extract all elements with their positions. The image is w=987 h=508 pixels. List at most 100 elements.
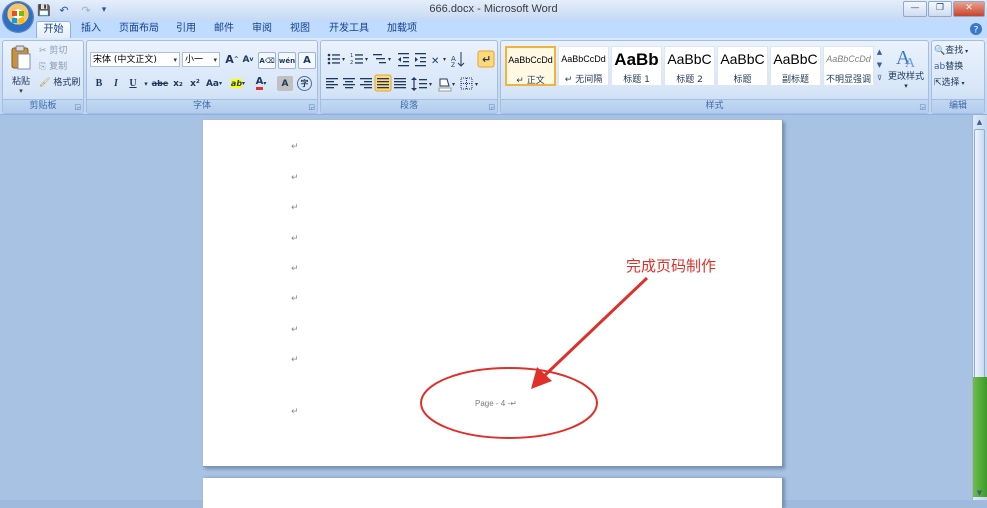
chevron-up-icon[interactable]: ▲	[875, 46, 884, 59]
office-button[interactable]	[3, 2, 33, 32]
strikethrough-icon: abe	[151, 79, 169, 88]
style-title[interactable]: AaBbC 标题	[717, 46, 768, 86]
chevron-down-icon[interactable]: ▼	[875, 59, 884, 72]
paragraph-toolbar-icons: ▾ 12 ▾ ▾ ✕ ▾ AZ ↵ ▾ ▾ ▾	[326, 50, 495, 92]
char-shading-button[interactable]: A	[277, 76, 293, 91]
tab-add-ins[interactable]: 加载项	[382, 21, 422, 37]
style-name: ↵ 无间隔	[564, 75, 603, 85]
document-page[interactable]: ↵ ↵ ↵ ↵ ↵ ↵ ↵ ↵ ↵ Page - 4 -↵	[203, 120, 783, 467]
char-shading-icon: A	[281, 78, 289, 89]
asian-layout-icon: ✕	[431, 56, 439, 67]
enclose-char-icon: 字	[300, 79, 309, 88]
underline-button[interactable]: U	[125, 76, 141, 91]
increase-indent-icon	[415, 53, 426, 67]
vertical-scrollbar[interactable]: ▲ ▼	[972, 115, 987, 500]
format-painter-button[interactable]: 🖌 格式刷	[39, 75, 80, 92]
tab-home[interactable]: 开始	[36, 21, 71, 38]
scissors-icon: ✂	[39, 46, 47, 56]
dialog-launcher-icon[interactable]: ◲	[919, 103, 926, 111]
tab-mailings[interactable]: 邮件	[209, 21, 239, 37]
title-bar: 💾 ↶ ↷ ▾ 666.docx - Microsoft Word — ❐ ✕	[0, 0, 987, 32]
styles-scroll[interactable]: ▲ ▼ ⊽	[875, 46, 884, 86]
change-styles-button[interactable]: AA 更改样式 ▾	[886, 43, 926, 97]
italic-button[interactable]: I	[108, 76, 124, 91]
cut-button[interactable]: ✂ 剪切	[39, 43, 67, 60]
strikethrough-button[interactable]: abe	[151, 76, 169, 91]
page-number-footer[interactable]: Page - 4 -↵	[475, 399, 517, 408]
cut-label: 剪切	[49, 46, 68, 56]
brush-icon: 🖌	[39, 78, 51, 88]
svg-text:▾: ▾	[443, 56, 446, 63]
svg-text:1: 1	[350, 53, 353, 59]
tab-view[interactable]: 视图	[285, 21, 315, 37]
replace-label: 替换	[945, 62, 964, 72]
style-subtle-emphasis[interactable]: AaBbCcDd 不明显强调	[823, 46, 874, 86]
decrease-indent-icon	[398, 53, 409, 67]
style-preview: AaBbCcDd	[508, 55, 553, 65]
paste-button[interactable]: 粘贴 ▾	[7, 43, 35, 99]
paragraph-mark: ↵	[291, 173, 299, 183]
find-button[interactable]: 🔍查找 ▾	[934, 43, 968, 60]
tab-page-layout[interactable]: 页面布局	[115, 21, 163, 37]
tab-insert[interactable]: 插入	[76, 21, 106, 37]
borders-icon	[460, 77, 473, 90]
style-normal[interactable]: AaBbCcDd ↵ 正文	[505, 46, 556, 86]
clipboard-group-label: 剪贴板	[3, 99, 83, 113]
copy-icon: ⎘	[39, 62, 47, 72]
svg-text:▾: ▾	[429, 81, 432, 88]
shading-bucket-icon	[438, 78, 452, 92]
more-styles-icon[interactable]: ⊽	[875, 72, 884, 85]
tab-references[interactable]: 引用	[171, 21, 201, 37]
dialog-launcher-icon[interactable]: ◲	[74, 103, 81, 111]
enclose-char-button[interactable]: 字	[297, 76, 312, 91]
char-border-icon: A	[303, 55, 311, 66]
tab-developer[interactable]: 开发工具	[324, 21, 374, 37]
grow-font-button[interactable]: A ^	[224, 52, 240, 67]
minimize-button[interactable]: —	[903, 1, 927, 17]
clear-format-button[interactable]: A⌫	[258, 52, 276, 69]
select-button[interactable]: ⇱选择 ▾	[934, 75, 964, 92]
highlight-button[interactable]: ab ▾	[228, 76, 248, 91]
font-name-combo[interactable]: 宋体 (中文正文) ▾	[90, 52, 180, 67]
next-document-page[interactable]	[203, 478, 783, 508]
chevron-down-icon[interactable]: ▾	[141, 76, 151, 91]
font-size-value: 小一	[185, 55, 204, 65]
copy-button[interactable]: ⎘ 复制	[39, 59, 67, 76]
phonetic-guide-button[interactable]: wén	[278, 52, 296, 69]
tab-review[interactable]: 审阅	[247, 21, 277, 37]
styles-group-label: 样式	[501, 99, 928, 113]
style-heading-1[interactable]: AaBb 标题 1	[611, 46, 662, 86]
bullets-icon	[327, 53, 340, 65]
bold-button[interactable]: B	[91, 76, 107, 91]
bold-icon: B	[95, 78, 103, 89]
chevron-down-icon: ▾	[213, 56, 217, 64]
style-no-spacing[interactable]: AaBbCcDd ↵ 无间隔	[558, 46, 609, 86]
svg-text:▾: ▾	[475, 81, 478, 88]
help-icon[interactable]: ?	[969, 22, 983, 36]
distributed-icon	[394, 78, 406, 89]
svg-text:▾: ▾	[388, 56, 391, 63]
subscript-button[interactable]: x₂	[170, 76, 186, 91]
font-size-combo[interactable]: 小一 ▾	[182, 52, 220, 67]
clipboard-group: 粘贴 ▾ ✂ 剪切 ⎘ 复制 🖌 格式刷 剪贴板 ◲	[2, 40, 84, 114]
close-button[interactable]: ✕	[953, 1, 985, 17]
change-case-button[interactable]: Aa ▾	[204, 76, 224, 91]
svg-text:▾: ▾	[365, 56, 368, 63]
styles-group: AaBbCcDd ↵ 正文 AaBbCcDd ↵ 无间隔 AaBb 标题 1 A…	[500, 40, 929, 114]
dialog-launcher-icon[interactable]: ◲	[488, 103, 495, 111]
style-preview: AaBb	[614, 50, 659, 69]
char-border-button[interactable]: A	[298, 52, 316, 69]
restore-button[interactable]: ❐	[928, 1, 952, 17]
replace-button[interactable]: ab替换	[934, 59, 963, 76]
font-color-button[interactable]: A ▾	[251, 76, 271, 91]
scroll-up-icon[interactable]: ▲	[974, 116, 985, 128]
paragraph-mark: ↵	[291, 264, 299, 274]
scroll-region-green	[973, 377, 987, 497]
shrink-font-button[interactable]: Av	[240, 52, 256, 67]
style-name: 副标题	[781, 75, 809, 85]
style-heading-2[interactable]: AaBbC 标题 2	[664, 46, 715, 86]
superscript-button[interactable]: x²	[187, 76, 203, 91]
dialog-launcher-icon[interactable]: ◲	[308, 103, 315, 111]
scroll-down-icon[interactable]: ▼	[974, 487, 985, 499]
style-subtitle[interactable]: AaBbC 副标题	[770, 46, 821, 86]
